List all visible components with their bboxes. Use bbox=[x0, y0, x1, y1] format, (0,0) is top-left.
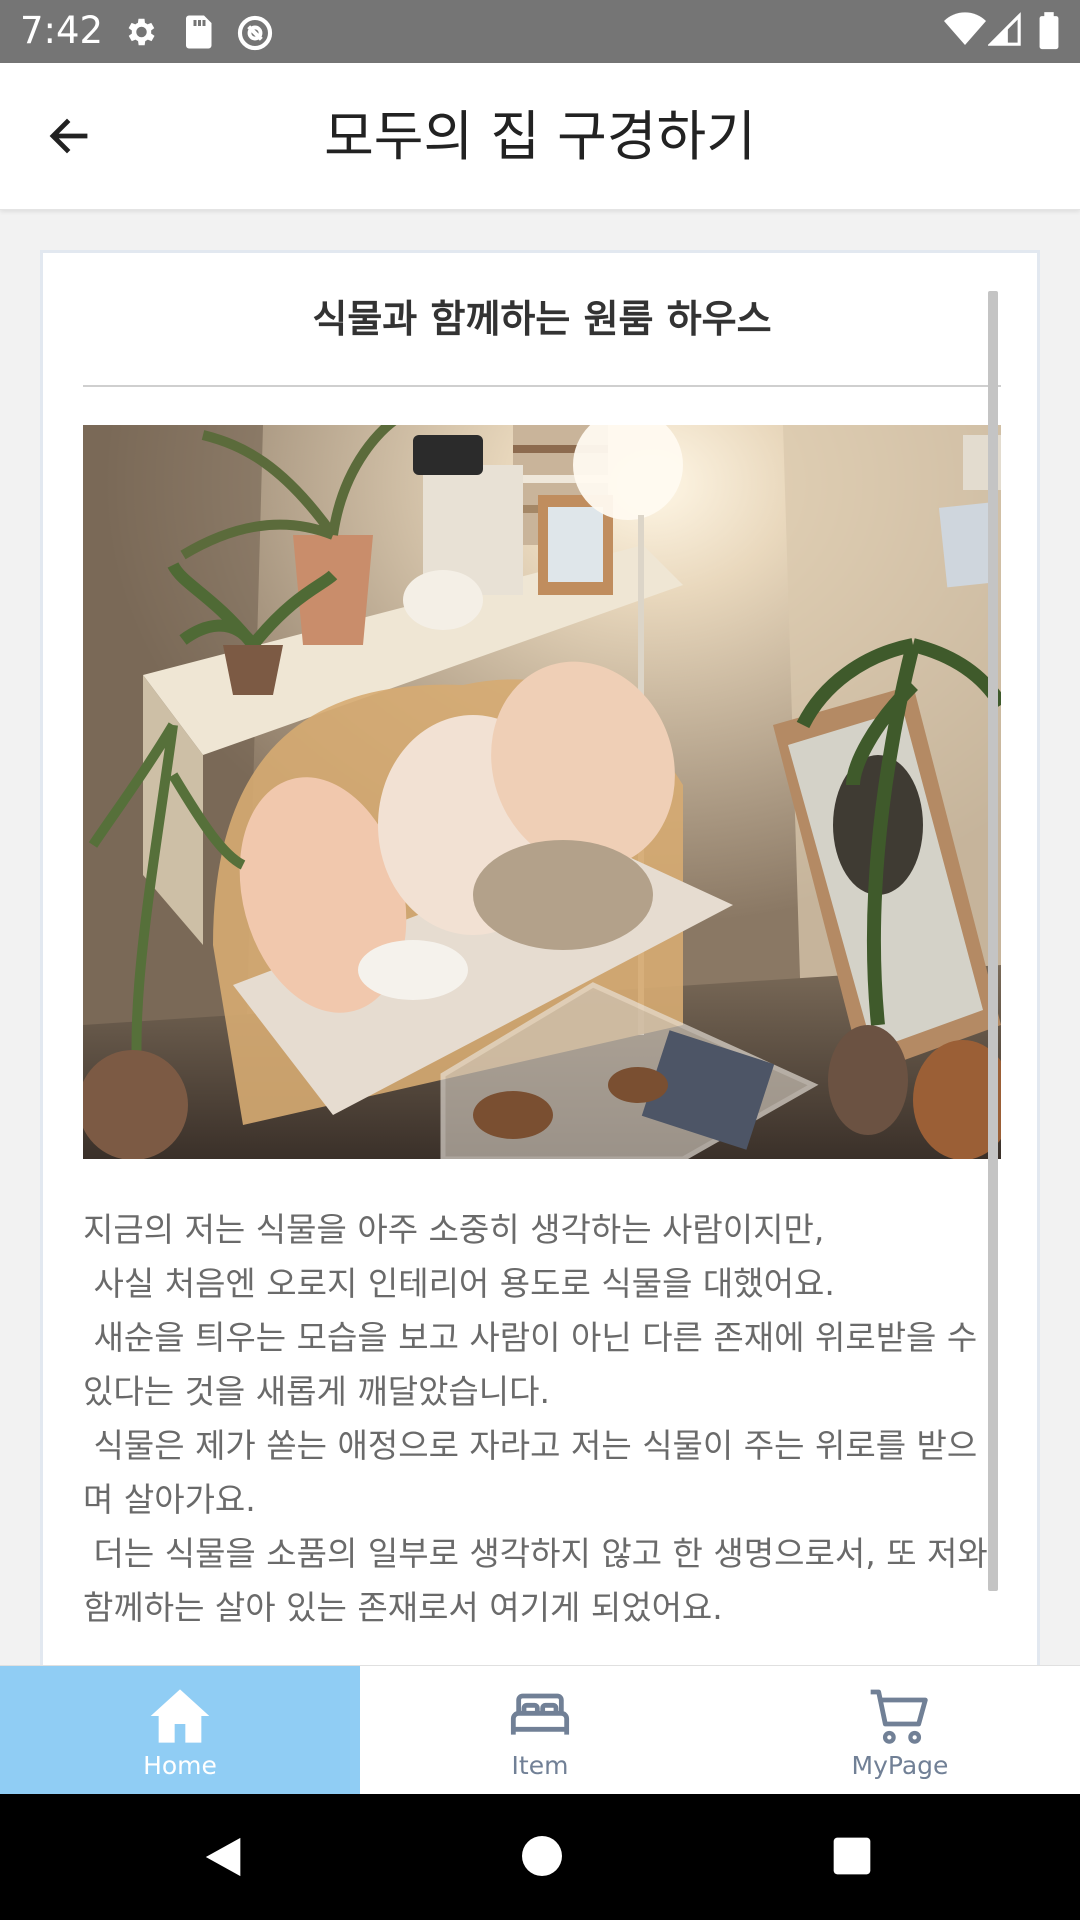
scrollbar[interactable] bbox=[988, 291, 998, 1591]
app-bar: 모두의 집 구경하기 bbox=[0, 63, 1080, 210]
battery-icon bbox=[1038, 12, 1060, 54]
room-photo bbox=[83, 425, 1001, 1159]
cellular-signal-icon bbox=[987, 12, 1022, 52]
nav-home[interactable]: Home bbox=[0, 1666, 360, 1795]
post-body: 지금의 저는 식물을 아주 소중히 생각하는 사람이지만, 사실 처음엔 오로지… bbox=[83, 1210, 988, 1627]
at-sign-icon bbox=[236, 14, 274, 56]
system-navigation-bar bbox=[0, 1794, 1080, 1920]
arrow-left-icon bbox=[49, 118, 88, 154]
status-bar: 7:42 bbox=[0, 0, 1080, 63]
nav-mypage-label: MyPage bbox=[851, 1751, 949, 1780]
recents-square-icon[interactable] bbox=[830, 1834, 874, 1878]
home-circle-icon[interactable] bbox=[518, 1832, 566, 1880]
wifi-icon bbox=[944, 12, 986, 52]
nav-mypage[interactable]: MyPage bbox=[720, 1666, 1080, 1795]
title-divider bbox=[83, 385, 1001, 387]
nav-home-label: Home bbox=[143, 1751, 217, 1780]
page-title: 모두의 집 구경하기 bbox=[324, 105, 756, 168]
nav-item[interactable]: Item bbox=[360, 1666, 720, 1795]
post-card: 식물과 함께하는 원룸 하우스 지금의 저는 식물을 아주 소중히 생각하는 사… bbox=[40, 250, 1040, 1670]
cart-icon bbox=[870, 1689, 928, 1744]
back-button[interactable] bbox=[36, 103, 102, 169]
home-icon bbox=[150, 1689, 210, 1743]
bed-icon bbox=[510, 1693, 570, 1735]
status-time: 7:42 bbox=[20, 9, 104, 52]
gear-icon bbox=[122, 14, 158, 54]
bottom-navigation: Home Item MyPage bbox=[0, 1665, 1080, 1795]
sd-card-icon bbox=[182, 14, 214, 54]
back-triangle-icon[interactable] bbox=[202, 1834, 248, 1880]
post-title: 식물과 함께하는 원룸 하우스 bbox=[312, 297, 772, 341]
nav-item-label: Item bbox=[511, 1751, 569, 1780]
